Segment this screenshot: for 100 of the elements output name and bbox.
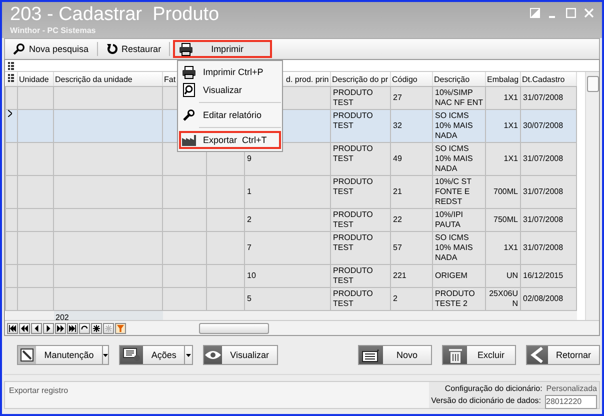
factory-icon <box>182 134 196 146</box>
table-cell: 10%/SIMP NAC NF ENT <box>435 88 483 107</box>
table-cell: 31/07/2008 <box>523 187 564 196</box>
navigator-button[interactable] <box>55 322 66 334</box>
table-cell: 1X1 <box>504 121 518 130</box>
table-cell: 7 <box>247 243 252 252</box>
search-button[interactable]: Nova pesquisa <box>8 40 94 58</box>
trash-icon <box>448 348 462 362</box>
window-subtitle: Winthor - PC Sistemas <box>10 26 97 36</box>
navigator-button[interactable] <box>67 322 78 334</box>
table-row[interactable]: 7 PRODUTO TEST 57 SO ICMS 10% MAIS NADA 1X1 31/07/2008 <box>6 232 576 264</box>
print-menu-item[interactable]: Imprimir Ctrl+P <box>179 63 281 81</box>
version-label: Versão do dicionário de dados: <box>431 395 541 407</box>
table-row[interactable]: 2 PRODUTO TEST 22 10%/IPI PAUTA 750ML 31/07/2008 <box>6 208 576 232</box>
table-cell: 9 <box>247 154 252 163</box>
table-cell: 31/07/2008 <box>523 154 564 163</box>
eye-icon <box>204 350 222 360</box>
export-menu-item[interactable]: Exportar Ctrl+T <box>179 131 281 149</box>
prev-page-icon <box>21 324 28 332</box>
table-cell: PRODUTO TEST <box>333 144 373 163</box>
table-cell: 16/12/2015 <box>523 271 564 280</box>
grip-icon <box>8 74 14 82</box>
table-cell: 700ML <box>494 187 518 196</box>
table-cell: 221 <box>393 271 406 280</box>
table-cell: SO ICMS 10% MAIS NADA <box>435 233 473 262</box>
table-cell: PRODUTO TEST <box>333 210 373 229</box>
star-icon <box>105 324 112 332</box>
table-cell: 1 <box>247 187 252 196</box>
navigator-button[interactable] <box>7 322 18 334</box>
dropdown-arrow-icon[interactable] <box>102 346 108 364</box>
table-cell: PRODUTO TEST <box>333 289 373 308</box>
new-button[interactable]: Novo <box>358 345 432 365</box>
table-cell: PRODUTO TEST <box>333 266 373 285</box>
navigator-button[interactable] <box>43 322 54 334</box>
table-cell: 2 <box>247 215 252 224</box>
table-cell: 49 <box>393 154 402 163</box>
table-cell: SO ICMS 10% MAIS NADA <box>435 144 473 173</box>
view-button[interactable]: Visualizar <box>203 345 278 365</box>
print-button[interactable]: Imprimir <box>173 40 272 58</box>
table-cell: 57 <box>393 243 402 252</box>
undo-icon <box>106 43 118 55</box>
version-value: 28012220 <box>545 395 597 409</box>
table-cell: 27 <box>393 93 402 102</box>
table-row[interactable]: 10 PRODUTO TEST 221 ORIGEM UN 16/12/2015 <box>6 264 576 288</box>
table-cell: PRODUTO TEST <box>333 88 373 107</box>
table-cell: 10 <box>247 271 256 280</box>
refresh-icon <box>81 324 88 332</box>
table-cell: SO ICMS 10% MAIS NADA <box>435 111 473 140</box>
filter-icon <box>117 324 124 332</box>
navigator-button[interactable] <box>19 322 30 334</box>
back-button[interactable]: Retornar <box>526 345 600 365</box>
navigator-button[interactable] <box>79 322 90 334</box>
actions-button[interactable]: Ações <box>119 345 194 365</box>
table-cell: 22 <box>393 215 402 224</box>
table-cell: PRODUTO TEST <box>333 111 373 130</box>
next-page-icon <box>57 324 64 332</box>
table-cell: PRODUTO TEST <box>333 233 373 252</box>
table-cell: PRODUTO TESTE 2 <box>435 289 475 308</box>
list-icon <box>362 348 380 362</box>
restore-button[interactable]: Restaurar <box>100 40 166 58</box>
config-label: Configuração do dicionário: <box>444 383 542 395</box>
table-cell: UN <box>506 271 518 280</box>
config-value: Personalizada <box>546 383 597 395</box>
table-cell: 10%/C ST FONTE E REDST <box>435 177 472 206</box>
first-icon <box>9 324 16 332</box>
table-cell: 32 <box>393 121 402 130</box>
vertical-scrollbar[interactable] <box>585 72 599 320</box>
table-cell: 31/07/2008 <box>523 243 564 252</box>
summary-cell: 202 <box>56 312 69 320</box>
table-cell: ORIGEM <box>435 271 468 280</box>
table-cell: 30/07/2008 <box>523 121 564 130</box>
next-icon <box>45 324 52 332</box>
asterisk-icon <box>93 324 100 332</box>
navigator-button[interactable] <box>31 322 42 334</box>
delete-button[interactable]: Excluir <box>442 345 516 365</box>
prev-icon <box>33 324 40 332</box>
row-pointer-icon <box>8 110 12 117</box>
table-cell: 2 <box>393 294 398 303</box>
table-cell: PRODUTO TEST <box>333 177 373 196</box>
table-cell: 31/07/2008 <box>523 93 564 102</box>
table-row[interactable]: 1 PRODUTO TEST 21 10%/C ST FONTE E REDST 700ML 31/07/2008 <box>6 176 576 208</box>
dropdown-arrow-icon[interactable] <box>184 346 192 364</box>
status-message: Exportar registro <box>8 385 68 397</box>
grip-icon <box>8 62 14 70</box>
printer-icon <box>179 42 194 56</box>
column-header[interactable]: Fat <box>164 74 176 84</box>
monitor-gear-icon <box>122 348 141 362</box>
magnifier-page-icon <box>183 83 195 97</box>
search-icon <box>13 43 25 55</box>
printer-icon <box>182 66 196 78</box>
table-cell: 750ML <box>494 215 518 224</box>
last-icon <box>69 324 76 332</box>
table-cell: 25X06UN <box>489 289 518 308</box>
table-cell: 1X1 <box>504 93 518 102</box>
table-cell: 02/08/2008 <box>523 294 564 303</box>
maintenance-button[interactable]: Manutenção <box>17 345 110 365</box>
table-cell: 5 <box>247 294 252 303</box>
table-cell: 10%/IPI PAUTA <box>435 210 464 229</box>
chevron-left-icon <box>530 347 544 363</box>
navigator-button[interactable] <box>91 322 102 334</box>
